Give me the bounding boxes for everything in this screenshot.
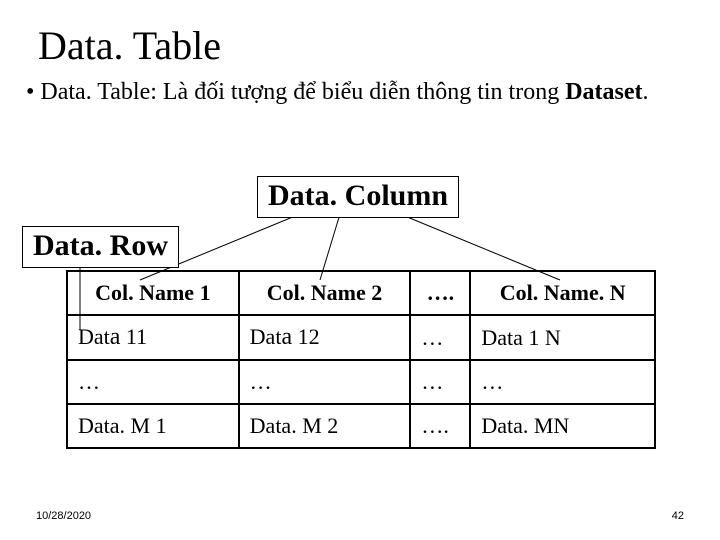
- cell: …: [470, 360, 655, 404]
- label-data-row: Data. Row: [22, 226, 179, 268]
- table-header-row: Col. Name 1 Col. Name 2 …. Col. Name. N: [67, 271, 655, 315]
- col-header: Col. Name 1: [67, 271, 239, 315]
- col-header: Col. Name. N: [470, 271, 655, 315]
- cell: …: [67, 360, 239, 404]
- bullet-suffix: .: [643, 79, 649, 105]
- page-title: Data. Table: [38, 22, 694, 69]
- table-row: … … … …: [67, 360, 655, 404]
- cell: …: [410, 360, 470, 404]
- cell: Data 11: [67, 315, 239, 360]
- cell: Data. M 2: [239, 404, 411, 448]
- slide: Data. Table • Data. Table: Là đối tượng …: [0, 0, 720, 540]
- bullet-prefix: • Data. Table: Là đối tượng để biểu diễn…: [26, 79, 565, 105]
- footer-page: 42: [672, 510, 684, 522]
- table-row: Data. M 1 Data. M 2 …. Data. MN: [67, 404, 655, 448]
- cell: ….: [410, 404, 470, 448]
- table-row: Data 11 Data 12 … Data 1 N: [67, 315, 655, 360]
- label-data-column: Data. Column: [257, 176, 459, 218]
- footer-date: 10/28/2020: [36, 510, 91, 522]
- col-header: Col. Name 2: [239, 271, 411, 315]
- bullet-bold: Dataset: [565, 79, 642, 105]
- cell-text: Data 12: [250, 324, 320, 349]
- col-header: ….: [410, 271, 470, 315]
- cell-text: Data 11: [78, 324, 147, 349]
- cell: Data 12: [239, 315, 411, 360]
- cell: …: [239, 360, 411, 404]
- data-table: Col. Name 1 Col. Name 2 …. Col. Name. N …: [66, 270, 656, 449]
- cell: …: [410, 315, 470, 360]
- cell: Data 1 N: [470, 315, 655, 360]
- cell: Data. M 1: [67, 404, 239, 448]
- cell: Data. MN: [470, 404, 655, 448]
- bullet-text: • Data. Table: Là đối tượng để biểu diễn…: [26, 79, 666, 107]
